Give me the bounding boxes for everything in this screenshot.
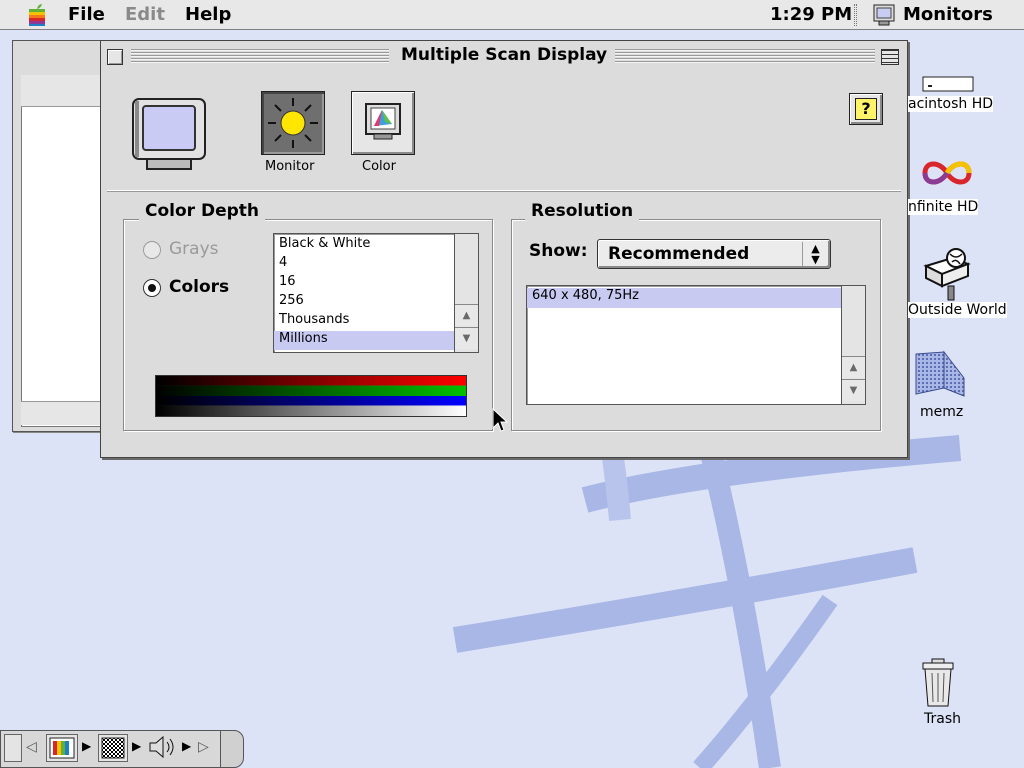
help-question-icon: ?: [855, 98, 877, 120]
resolution-list[interactable]: 640 x 480, 75Hz ▲ ▼: [526, 285, 866, 405]
monitor-button[interactable]: [261, 91, 325, 155]
infinity-disk-icon[interactable]: [922, 158, 972, 188]
color-monitor-icon: [365, 103, 401, 140]
show-popup-menu[interactable]: Recommended ▲ ▼: [597, 239, 831, 269]
strip-popup-arrow-icon[interactable]: ▶: [82, 739, 91, 753]
window-title-bar[interactable]: Multiple Scan Display: [101, 41, 907, 73]
application-menu-label[interactable]: Monitors: [903, 4, 993, 25]
show-popup-value: Recommended: [608, 244, 750, 264]
list-item[interactable]: Thousands: [279, 312, 349, 327]
list-item[interactable]: 256: [279, 293, 304, 308]
title-bar-stripes-right: [615, 49, 875, 63]
close-box[interactable]: [107, 49, 123, 65]
strip-popup-arrow-icon[interactable]: ▶: [182, 739, 191, 753]
multiple-scan-display-window: Multiple Scan Display Monitor Color ? Co…: [100, 40, 908, 458]
title-bar-stripes-left: [131, 49, 389, 63]
menu-bar: File Edit Help 1:29 PM Monitors: [0, 0, 1024, 30]
panel-toolbar: Monitor Color ?: [107, 75, 901, 191]
color-depth-list[interactable]: Black & White 4 16 256 Thousands Million…: [273, 233, 479, 353]
color-depth-scrollbar[interactable]: ▲ ▼: [454, 234, 478, 352]
background-window[interactable]: [12, 40, 113, 432]
scroll-down-arrow-icon[interactable]: ▼: [455, 327, 478, 349]
display-monitor-icon: [132, 98, 206, 170]
folder-icon[interactable]: [914, 350, 966, 402]
color-bars-icon: [49, 737, 75, 759]
scroll-down-arrow-icon[interactable]: ▼: [842, 379, 865, 401]
color-button-label: Color: [362, 159, 396, 174]
grays-label[interactable]: Grays: [169, 239, 219, 259]
monitor-bit-depth-control[interactable]: [46, 734, 78, 762]
menu-file[interactable]: File: [68, 4, 105, 25]
scroll-up-arrow-icon[interactable]: ▲: [842, 356, 865, 378]
colors-label[interactable]: Colors: [169, 277, 229, 297]
menu-edit[interactable]: Edit: [125, 4, 165, 25]
desktop-icon-label[interactable]: memz: [920, 404, 963, 420]
trash-icon[interactable]: [920, 658, 956, 708]
resolution-scrollbar[interactable]: ▲ ▼: [841, 286, 865, 404]
speaker-icon: [149, 735, 174, 759]
monitor-resolution-control[interactable]: [98, 734, 128, 762]
menu-clock[interactable]: 1:29 PM: [770, 4, 852, 25]
color-button[interactable]: [351, 91, 415, 155]
list-item-selected[interactable]: Millions: [274, 331, 454, 350]
show-label: Show:: [529, 241, 588, 261]
resolution-title: Resolution: [525, 201, 640, 221]
strip-close-tab[interactable]: [4, 734, 22, 762]
desktop-icon-label[interactable]: Trash: [924, 711, 961, 727]
control-strip: ◁ ▶ ▶ ▶ ▷: [0, 730, 246, 768]
grays-radio[interactable]: [143, 241, 161, 259]
scroll-up-arrow-icon[interactable]: ▲: [455, 304, 478, 326]
strip-resize-tab[interactable]: [220, 730, 244, 768]
sound-volume-control[interactable]: [146, 734, 180, 762]
color-depth-title: Color Depth: [139, 201, 266, 221]
monitor-button-label: Monitor: [265, 159, 315, 174]
strip-popup-arrow-icon[interactable]: ▶: [132, 739, 141, 753]
list-item[interactable]: 4: [279, 255, 287, 270]
menu-separator: [854, 4, 857, 26]
mouse-pointer-icon: [492, 408, 508, 432]
colors-radio[interactable]: [143, 279, 161, 297]
desktop-icon-label[interactable]: Outside World: [908, 302, 1007, 318]
strip-scroll-right-icon[interactable]: ▷: [198, 739, 209, 755]
list-item-selected[interactable]: 640 x 480, 75Hz: [527, 288, 841, 308]
outside-world-icon[interactable]: [922, 246, 972, 302]
window-title: Multiple Scan Display: [395, 45, 614, 65]
list-item[interactable]: Black & White: [279, 236, 370, 251]
color-depth-gradient-preview: [155, 375, 467, 417]
checkerboard-icon: [101, 737, 125, 759]
monitor-icon[interactable]: [872, 4, 896, 26]
popup-arrows-icon: ▲ ▼: [802, 242, 828, 266]
desktop-icon-label[interactable]: nfinite HD: [908, 199, 979, 215]
hard-disk-icon[interactable]: [922, 76, 974, 92]
desktop-icon-label[interactable]: acintosh HD: [908, 96, 994, 112]
help-button[interactable]: ?: [849, 93, 883, 125]
brightness-sun-icon: [268, 98, 318, 148]
window-shade-box[interactable]: [881, 49, 899, 65]
strip-scroll-left-icon[interactable]: ◁: [26, 739, 37, 755]
apple-menu-icon[interactable]: [26, 3, 48, 27]
list-item[interactable]: 16: [279, 274, 296, 289]
menu-help[interactable]: Help: [185, 4, 231, 25]
